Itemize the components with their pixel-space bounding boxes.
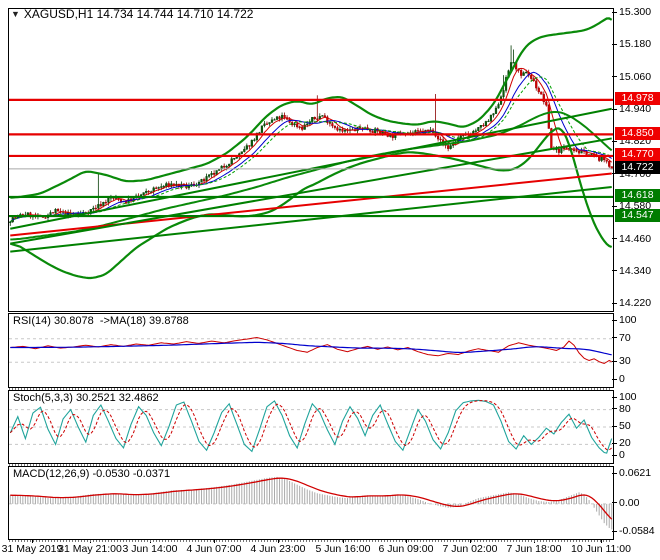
sub-tick [612, 408, 617, 410]
price-badge-support: 14.547 [615, 208, 660, 222]
price-tick [612, 11, 617, 13]
sub-tick-label: 20 [619, 437, 631, 450]
price-badge-resistance: 14.770 [615, 148, 660, 162]
rsi-panel[interactable]: RSI(14) 30.8078 ->MA(18) 39.8788 [8, 313, 614, 388]
sub-tick-label: 30 [619, 355, 631, 368]
sub-tick [612, 378, 617, 380]
sub-tick-label: 0.00 [619, 496, 640, 509]
time-axis-label: 31 May 2019 [1, 543, 63, 555]
sub-tick-label: 100 [619, 314, 637, 326]
sub-tick [612, 425, 617, 427]
sub-tick-label: 50 [619, 420, 631, 432]
symbol-label: XAGUSD,H1 [23, 7, 94, 21]
time-axis-label: 5 Jun 16:00 [315, 543, 371, 555]
sub-tick-label: 0.0621 [619, 467, 652, 479]
price-tick-label: 15.300 [619, 6, 652, 19]
stochastic-label: Stoch(5,3,3) 30.2521 32.4862 [13, 392, 159, 404]
trading-terminal-chart: { "header": { "symbol": "XAGUSD,H1", "oh… [0, 0, 660, 560]
price-tick-label: 14.460 [619, 232, 652, 245]
price-tick [612, 76, 617, 78]
macd-panel[interactable]: MACD(12,26,9) -0.0530 -0.0371 [8, 466, 614, 540]
sub-tick-label: 70 [619, 331, 631, 344]
price-chart-panel[interactable] [8, 8, 614, 312]
time-axis-label: 6 Jun 09:00 [378, 543, 434, 555]
price-tick-label: 14.340 [619, 264, 652, 277]
sub-tick [612, 472, 617, 474]
sub-tick [612, 502, 617, 504]
sub-tick-label: 80 [619, 402, 631, 415]
bar-tick-strip [9, 388, 611, 390]
sub-tick [612, 530, 617, 532]
sub-tick [612, 319, 617, 321]
price-badge-resistance: 14.850 [615, 126, 660, 140]
price-badge-resistance: 14.978 [615, 92, 660, 106]
price-tick-label: 14.220 [619, 297, 652, 310]
sub-tick [612, 396, 617, 398]
bar-tick-strip [9, 464, 611, 466]
price-tick [612, 238, 617, 240]
chart-title: ▼ XAGUSD,H1 14.734 14.744 14.710 14.722 [11, 7, 253, 21]
sub-tick [612, 454, 617, 456]
symbol-dropdown-icon[interactable]: ▼ [11, 9, 20, 19]
sub-tick [612, 360, 617, 362]
bar-tick-strip [9, 540, 611, 542]
price-tick-label: 15.180 [619, 38, 652, 51]
time-axis-label: 4 Jun 07:00 [186, 543, 242, 555]
sub-tick [612, 442, 617, 444]
macd-label: MACD(12,26,9) -0.0530 -0.0371 [13, 468, 171, 480]
stochastic-panel[interactable]: Stoch(5,3,3) 30.2521 32.4862 [8, 390, 614, 464]
time-axis-label: 3 Jun 14:00 [122, 543, 178, 555]
price-tick [612, 302, 617, 304]
sub-tick-label: 0 [619, 449, 625, 461]
sub-tick-label: 0 [619, 373, 625, 385]
price-badge-support: 14.618 [615, 189, 660, 203]
sub-tick-label: -0.0584 [619, 525, 655, 537]
price-tick [612, 108, 617, 110]
sub-tick [612, 337, 617, 339]
time-axis-label: 10 Jun 11:00 [571, 543, 631, 555]
candlestick-canvas[interactable] [9, 9, 613, 311]
sub-tick-label: 100 [619, 391, 637, 403]
price-tick [612, 270, 617, 272]
price-tick-label: 15.060 [619, 70, 652, 83]
time-axis-label: 7 Jun 02:00 [442, 543, 498, 555]
ohlc-text: 14.734 14.744 14.710 14.722 [96, 7, 254, 21]
price-tick [612, 140, 617, 142]
time-axis-label: 4 Jun 23:00 [250, 543, 306, 555]
price-tick [612, 43, 617, 45]
price-badge-current: 14.722 [615, 161, 660, 175]
time-axis-label: 7 Jun 18:00 [506, 543, 562, 555]
price-tick [612, 205, 617, 207]
time-axis-label: 31 May 21:00 [58, 543, 122, 555]
rsi-label: RSI(14) 30.8078 ->MA(18) 39.8788 [13, 315, 189, 327]
